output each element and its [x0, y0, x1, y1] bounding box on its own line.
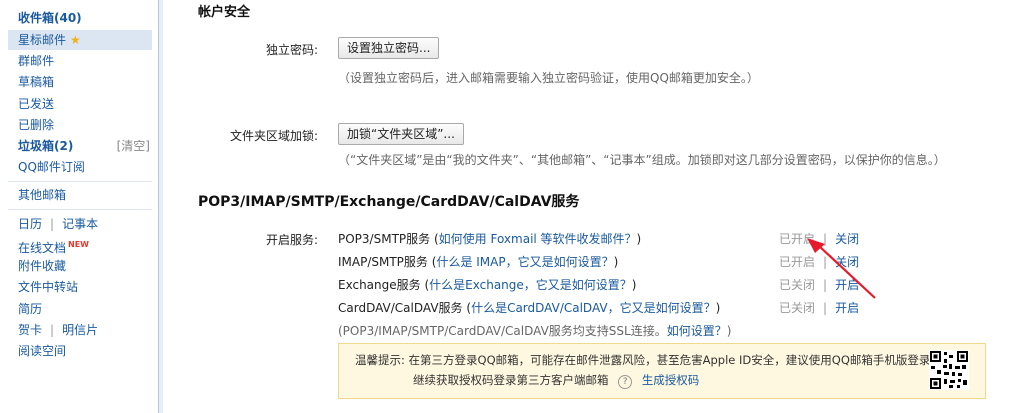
sidebar: 收件箱(40) 星标邮件 ★ 群邮件 草稿箱 已发送 已删除 垃圾箱(2) [清空…: [0, 0, 159, 413]
tip-line-1: 温馨提示: 在第三方登录QQ邮箱，可能存在邮件泄露风险，甚至危害Apple ID…: [355, 353, 942, 367]
help-icon[interactable]: ?: [618, 375, 633, 389]
sidebar-item-postcard[interactable]: 明信片: [62, 323, 98, 337]
help-link-exchange[interactable]: 什么是Exchange，它又是如何设置？: [429, 278, 632, 292]
toggle-carddav-link[interactable]: 开启: [835, 301, 859, 315]
ssl-help-link[interactable]: 如何设置？: [667, 324, 727, 338]
sidebar-item-greeting-card[interactable]: 贺卡: [18, 323, 42, 337]
service-name: IMAP/SMTP服务: [338, 255, 428, 269]
service-row-carddav: CardDAV/CalDAV服务 (什么是CardDAV/CalDAV，它又是如…: [338, 299, 720, 316]
sidebar-item-drafts[interactable]: 草稿箱: [18, 72, 54, 92]
service-name: CardDAV/CalDAV服务: [338, 301, 463, 315]
help-link-carddav[interactable]: 什么是CardDAV/CalDAV，它又是如何设置？: [471, 301, 716, 315]
independent-password-label: 独立密码:: [265, 43, 318, 57]
help-link-pop3[interactable]: 如何使用 Foxmail 等软件收发邮件？: [439, 232, 637, 246]
service-row-pop3: POP3/SMTP服务 (如何使用 Foxmail 等软件收发邮件？): [338, 230, 641, 247]
service-name: Exchange服务: [338, 278, 421, 292]
sidebar-item-calendar[interactable]: 日历: [18, 217, 42, 231]
paren-close: ): [715, 301, 721, 315]
set-independent-password-button[interactable]: 设置独立密码...: [338, 37, 440, 59]
sidebar-row-calendar-notepad: 日历 | 记事本: [18, 214, 98, 234]
sidebar-item-reading-space[interactable]: 阅读空间: [18, 341, 66, 361]
sidebar-item-deleted[interactable]: 已删除: [18, 115, 54, 135]
sidebar-item-sent[interactable]: 已发送: [18, 94, 54, 114]
sidebar-item-starred-label: 星标邮件: [18, 33, 67, 47]
folder-lock-label: 文件夹区域加锁:: [229, 129, 318, 143]
sidebar-item-other-mailbox[interactable]: 其他邮箱: [18, 185, 66, 205]
service-row-imap: IMAP/SMTP服务 (什么是 IMAP，它又是如何设置？): [338, 253, 618, 270]
service-row-exchange: Exchange服务 (什么是Exchange，它又是如何设置？): [338, 276, 636, 293]
clear-spam-link[interactable]: [清空]: [117, 136, 150, 156]
status-text: 已关闭: [779, 301, 816, 315]
sidebar-row-cards: 贺卡 | 明信片: [18, 320, 98, 340]
sidebar-item-attachments[interactable]: 附件收藏: [18, 256, 66, 276]
sidebar-divider: [8, 181, 152, 182]
independent-password-hint: （设置独立密码后，进入邮箱需要输入独立密码验证，使用QQ邮箱更加安全。）: [338, 71, 759, 85]
sidebar-divider: [8, 209, 152, 210]
paren-close: ): [613, 255, 619, 269]
separator: |: [823, 301, 828, 315]
separator: |: [50, 217, 55, 231]
enable-service-label: 开启服务:: [265, 233, 318, 247]
settings-panel: 帐户安全 独立密码: 设置独立密码... （设置独立密码后，进入邮箱需要输入独立…: [163, 0, 1021, 413]
tip-line-2: 继续获取授权码登录第三方客户端邮箱 ? 生成授权码: [413, 372, 699, 389]
sidebar-item-starred[interactable]: 星标邮件 ★: [18, 30, 81, 50]
help-link-imap[interactable]: 什么是 IMAP，它又是如何设置？: [436, 255, 613, 269]
star-icon: ★: [70, 33, 81, 47]
separator: |: [50, 323, 55, 337]
sidebar-item-resume[interactable]: 简历: [18, 299, 42, 319]
sidebar-item-subscriptions[interactable]: QQ邮件订阅: [18, 157, 85, 177]
paren-close: ): [636, 232, 642, 246]
annotation-arrow-icon: [807, 238, 876, 299]
sidebar-item-file-transfer[interactable]: 文件中转站: [18, 277, 78, 297]
paren-close: ): [631, 278, 637, 292]
tip-line-2-text: 继续获取授权码登录第三方客户端邮箱: [413, 373, 609, 387]
section-title-services: POP3/IMAP/SMTP/Exchange/CardDAV/CalDAV服务: [198, 194, 580, 210]
sidebar-item-inbox[interactable]: 收件箱(40): [18, 8, 82, 28]
service-name: POP3/SMTP服务: [338, 232, 431, 246]
sidebar-item-online-docs-label: 在线文档: [18, 241, 67, 255]
qr-code-icon: [929, 350, 969, 390]
sidebar-item-online-docs[interactable]: 在线文档 NEW: [18, 235, 89, 255]
generate-auth-code-link[interactable]: 生成授权码: [642, 373, 700, 387]
ssl-note: (POP3/IMAP/SMTP/CardDAV/CalDAV服务均支持SSL连接…: [338, 322, 731, 339]
folder-lock-hint: （“文件夹区域”是由“我的文件夹”、“其他邮箱”、“记事本”组成。加锁即对这几部…: [338, 153, 946, 167]
paren-close: ): [726, 324, 732, 338]
sidebar-item-spam[interactable]: 垃圾箱(2): [18, 136, 73, 156]
ssl-note-text: (POP3/IMAP/SMTP/CardDAV/CalDAV服务均支持SSL连接…: [338, 324, 667, 338]
sidebar-item-notepad[interactable]: 记事本: [62, 217, 98, 231]
new-badge: NEW: [68, 240, 89, 249]
section-title-account-security: 帐户安全: [198, 5, 251, 20]
folder-lock-button[interactable]: 加锁“文件夹区域”...: [338, 123, 464, 145]
sidebar-item-group[interactable]: 群邮件: [18, 51, 54, 71]
